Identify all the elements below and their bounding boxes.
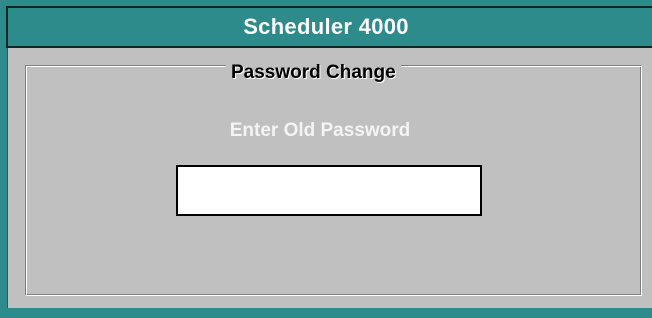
scheduler-window: Scheduler 4000 Password Change Enter Old… [0, 0, 652, 318]
title-bar[interactable]: Scheduler 4000 [6, 6, 652, 48]
old-password-input[interactable] [176, 165, 482, 216]
old-password-label: Enter Old Password [229, 120, 411, 141]
window-title: Scheduler 4000 [243, 14, 409, 39]
group-title: Password Change [226, 60, 401, 86]
window-bottom-border [6, 308, 652, 318]
